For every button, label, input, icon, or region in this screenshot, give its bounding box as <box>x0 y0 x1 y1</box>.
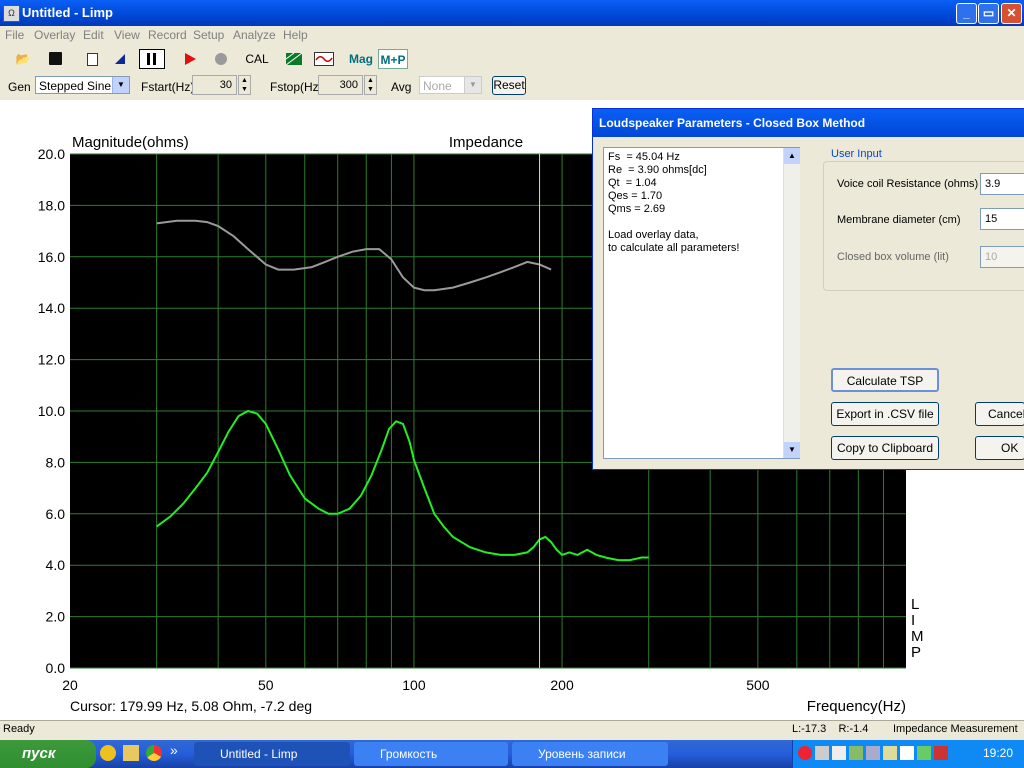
y-tick-label: 14.0 <box>38 300 65 316</box>
cursor-readout: Cursor: 179.99 Hz, 5.08 Ohm, -7.2 deg <box>70 698 312 714</box>
mag-phase-button[interactable]: M+P <box>378 49 408 69</box>
chart-title: Impedance <box>449 134 523 151</box>
voice-coil-label: Voice coil Resistance (ohms) <box>837 178 979 190</box>
fstop-label: Fstop(Hz) <box>270 80 323 94</box>
grid-icon[interactable] <box>284 49 304 69</box>
x-axis-title: Frequency(Hz) <box>807 698 906 715</box>
browser-icon[interactable] <box>146 745 162 761</box>
title-bar <box>0 0 1024 26</box>
loudspeaker-dialog: Loudspeaker Parameters - Closed Box Meth… <box>592 108 1024 470</box>
y-axis-title: Magnitude(ohms) <box>72 134 189 151</box>
fstart-input[interactable]: 30 <box>192 75 237 95</box>
menu-setup[interactable]: Setup <box>193 28 224 42</box>
chevron-right-icon[interactable]: » <box>170 742 178 758</box>
y-tick-label: 16.0 <box>38 249 65 265</box>
task-recording[interactable]: Уровень записи <box>512 742 668 766</box>
app-icon[interactable]: Ω <box>3 5 20 22</box>
save-icon[interactable] <box>44 49 66 69</box>
copy-clipboard-button[interactable]: Copy to Clipboard <box>831 436 939 460</box>
folder-icon[interactable] <box>123 745 139 761</box>
cancel-button[interactable]: Cancel <box>975 402 1024 426</box>
y-tick-label: 20.0 <box>38 146 65 162</box>
close-button[interactable]: ✕ <box>1001 3 1022 24</box>
export-csv-button[interactable]: Export in .CSV file <box>831 402 939 426</box>
avg-select[interactable]: None ▼ <box>419 76 482 94</box>
results-text: Fs = 45.04 Hz Re = 3.90 ohms[dc] Qt = 1.… <box>603 147 800 459</box>
menu-record[interactable]: Record <box>148 28 187 42</box>
maximize-button[interactable]: ▭ <box>978 3 999 24</box>
x-tick-label: 500 <box>746 677 770 693</box>
x-tick-label: 100 <box>402 677 426 693</box>
membrane-label: Membrane diameter (cm) <box>837 214 961 226</box>
fstop-input[interactable]: 300 <box>318 75 363 95</box>
x-tick-label: 20 <box>62 677 78 693</box>
chevron-down-icon: ▼ <box>112 77 129 93</box>
magnitude-button[interactable]: Mag <box>347 49 375 69</box>
status-mode: Impedance Measurement <box>893 723 1018 735</box>
open-folder-icon[interactable]: 📂 <box>12 49 34 69</box>
x-tick-label: 200 <box>550 677 574 693</box>
menu-analyze[interactable]: Analyze <box>233 28 276 42</box>
fstart-spinner[interactable]: ▲ ▼ <box>238 75 251 95</box>
x-tick-label: 50 <box>258 677 274 693</box>
y-tick-label: 4.0 <box>46 557 66 573</box>
limp-side-label: LIMP <box>911 596 924 661</box>
menu-edit[interactable]: Edit <box>83 28 104 42</box>
marker-icon[interactable] <box>110 49 130 69</box>
task-volume[interactable]: Громкость <box>354 742 508 766</box>
calculate-tsp-button[interactable]: Calculate TSP <box>831 368 939 392</box>
generator-value: Stepped Sine <box>39 79 112 93</box>
results-scrollbar[interactable]: ▲ ▼ <box>783 148 800 458</box>
menu-help[interactable]: Help <box>283 28 308 42</box>
closed-box-label: Closed box volume (lit) <box>837 251 949 263</box>
ok-button[interactable]: OK <box>975 436 1024 460</box>
status-levels: L:-17.3 R:-1.4 <box>792 723 869 735</box>
y-tick-label: 0.0 <box>46 660 66 676</box>
closed-box-input[interactable]: 10 <box>980 246 1024 268</box>
status-bar <box>0 720 1024 741</box>
quicklaunch-icon[interactable] <box>100 745 116 761</box>
membrane-input[interactable]: 15 <box>980 208 1024 230</box>
voice-coil-input[interactable]: 3.9 <box>980 173 1024 195</box>
gen-label: Gen <box>8 80 31 94</box>
status-ready: Ready <box>3 723 35 735</box>
y-tick-label: 18.0 <box>38 197 65 213</box>
play-icon[interactable] <box>180 49 200 69</box>
avg-value: None <box>423 79 452 93</box>
minimize-button[interactable]: _ <box>956 3 977 24</box>
waveform-icon[interactable] <box>313 49 335 69</box>
calibration-button[interactable]: CAL <box>244 49 270 69</box>
chevron-down-icon: ▼ <box>464 77 481 93</box>
tray-icons[interactable] <box>798 746 968 762</box>
y-tick-label: 2.0 <box>46 609 66 625</box>
menu-view[interactable]: View <box>114 28 140 42</box>
clock: 19:20 <box>983 746 1014 760</box>
y-tick-label: 12.0 <box>38 352 65 368</box>
fstart-label: Fstart(Hz) <box>141 80 195 94</box>
generator-select[interactable]: Stepped Sine ▼ <box>35 76 130 94</box>
start-button[interactable]: пуск <box>0 740 96 768</box>
avg-label: Avg <box>391 80 412 94</box>
menu-file[interactable]: File <box>5 28 24 42</box>
scroll-up-icon[interactable]: ▲ <box>784 148 800 164</box>
y-tick-label: 10.0 <box>38 403 65 419</box>
scroll-down-icon[interactable]: ▼ <box>784 442 800 458</box>
dialog-title: Loudspeaker Parameters - Closed Box Meth… <box>593 109 1024 137</box>
pause-button[interactable] <box>139 49 165 69</box>
user-input-label: User Input <box>829 148 884 160</box>
task-limp[interactable]: Untitled - Limp <box>194 742 350 766</box>
window-title: Untitled - Limp <box>22 5 113 20</box>
y-tick-label: 8.0 <box>46 454 66 470</box>
y-tick-label: 6.0 <box>46 506 66 522</box>
reset-button[interactable]: Reset <box>492 76 526 95</box>
menu-overlay[interactable]: Overlay <box>34 28 75 42</box>
fstop-spinner[interactable]: ▲ ▼ <box>364 75 377 95</box>
copy-icon[interactable] <box>82 49 102 69</box>
record-icon[interactable] <box>211 49 231 69</box>
